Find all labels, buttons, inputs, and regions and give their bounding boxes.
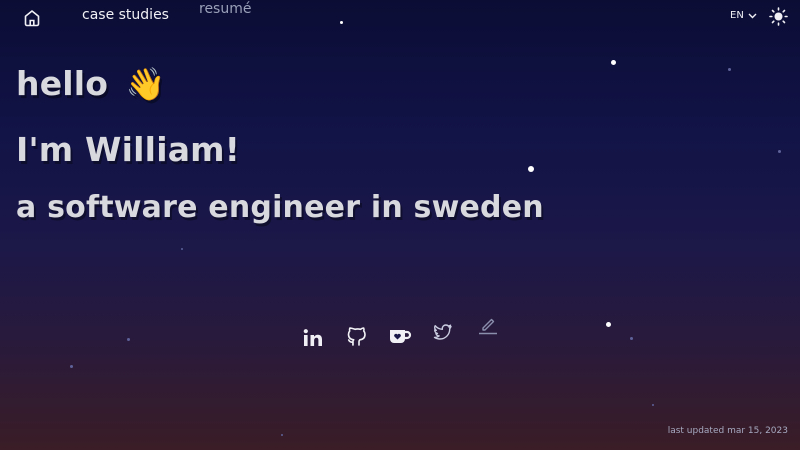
language-label: EN bbox=[730, 10, 744, 21]
pen-icon bbox=[479, 318, 497, 335]
star bbox=[728, 68, 731, 71]
star bbox=[652, 404, 654, 406]
theme-toggle-button[interactable] bbox=[769, 7, 788, 26]
language-selector[interactable]: EN bbox=[730, 10, 757, 21]
github-icon bbox=[347, 327, 366, 346]
star bbox=[70, 365, 73, 368]
twitter-link[interactable] bbox=[433, 322, 453, 346]
star bbox=[281, 434, 283, 436]
nav-link-resume[interactable]: resumé bbox=[199, 1, 251, 17]
home-button[interactable] bbox=[22, 8, 42, 28]
star bbox=[606, 322, 611, 327]
social-links bbox=[300, 318, 500, 353]
linkedin-link[interactable] bbox=[302, 327, 324, 353]
github-link[interactable] bbox=[345, 326, 367, 352]
hero-name: I'm William! bbox=[16, 130, 241, 169]
linkedin-icon bbox=[303, 329, 322, 346]
hero-greeting: hello 👋 bbox=[16, 64, 166, 103]
star bbox=[340, 21, 343, 24]
chevron-down-icon bbox=[748, 13, 757, 18]
greeting-text: hello bbox=[16, 64, 109, 103]
sun-icon bbox=[769, 7, 788, 26]
nav-link-case-studies[interactable]: case studies bbox=[82, 7, 169, 23]
last-updated-text: last updated mar 15, 2023 bbox=[667, 426, 788, 436]
star bbox=[611, 60, 616, 65]
kofi-link[interactable] bbox=[388, 326, 412, 352]
star bbox=[127, 338, 130, 341]
star bbox=[181, 248, 183, 250]
blog-link[interactable] bbox=[478, 314, 498, 340]
hero-role: a software engineer in sweden bbox=[16, 190, 544, 225]
home-icon bbox=[24, 10, 40, 27]
waving-hand-icon: 👋 bbox=[125, 65, 166, 103]
star bbox=[528, 166, 534, 172]
star bbox=[778, 150, 781, 153]
kofi-icon bbox=[390, 330, 412, 343]
star bbox=[630, 337, 633, 340]
twitter-icon bbox=[433, 324, 452, 340]
